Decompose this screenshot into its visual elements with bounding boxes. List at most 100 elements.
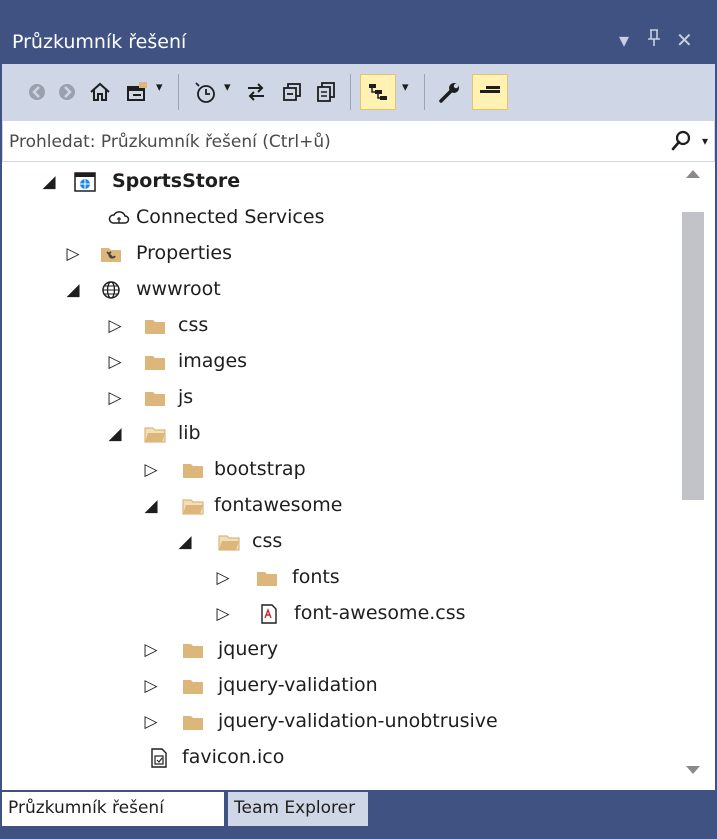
preview-selected-icon[interactable] bbox=[360, 74, 396, 110]
expand-toggle[interactable]: ▷ bbox=[144, 712, 158, 732]
switch-views-dropdown-icon[interactable]: ▾ bbox=[156, 80, 163, 95]
tree-item-label: jquery bbox=[218, 638, 279, 660]
folder-icon bbox=[183, 464, 203, 478]
tree-item-label: css bbox=[252, 530, 283, 552]
solution-tree: ◢ SportsStore Connected Services ▷ Prope… bbox=[2, 162, 715, 790]
scroll-up-icon[interactable] bbox=[686, 170, 700, 178]
tree-item-connected-services[interactable]: Connected Services bbox=[2, 202, 672, 236]
tree-item-label: SportsStore bbox=[112, 170, 241, 192]
expand-toggle[interactable]: ▷ bbox=[108, 388, 122, 408]
tree-item-images[interactable]: ▷ images bbox=[2, 346, 672, 380]
show-all-files-icon[interactable] bbox=[312, 74, 340, 110]
title-bar: Průzkumník řešení ▾ ✕ bbox=[2, 22, 715, 64]
vertical-scrollbar[interactable] bbox=[674, 162, 713, 790]
tree-item-label: css bbox=[178, 314, 209, 336]
tree-item-properties[interactable]: ▷ Properties bbox=[2, 238, 672, 272]
expand-toggle[interactable]: ◢ bbox=[144, 496, 158, 516]
expand-toggle[interactable]: ▷ bbox=[66, 244, 80, 264]
folder-icon bbox=[183, 644, 203, 658]
tree-item-label: wwwroot bbox=[136, 278, 221, 300]
tree-item-jquery[interactable]: ▷ jquery bbox=[2, 634, 672, 668]
expand-toggle[interactable]: ▷ bbox=[216, 568, 230, 588]
tree-item-favicon[interactable]: favicon.ico bbox=[2, 742, 672, 776]
folder-icon bbox=[183, 716, 203, 730]
tree-item-label: Properties bbox=[136, 242, 233, 264]
search-icon[interactable] bbox=[670, 129, 692, 157]
web-project-icon bbox=[74, 172, 96, 192]
window-menu-dropdown-icon[interactable]: ▾ bbox=[619, 28, 629, 52]
expand-toggle[interactable]: ◢ bbox=[66, 280, 80, 300]
tree-item-js[interactable]: ▷ js bbox=[2, 382, 672, 416]
back-icon[interactable] bbox=[24, 74, 50, 110]
toolbar-separator bbox=[178, 74, 179, 110]
folder-icon bbox=[183, 680, 203, 694]
cloud-icon bbox=[108, 211, 130, 224]
scroll-down-icon[interactable] bbox=[686, 766, 700, 774]
tree-item-wwwroot[interactable]: ◢ wwwroot bbox=[2, 274, 672, 308]
collapse-all-icon[interactable] bbox=[278, 74, 306, 110]
expand-toggle[interactable]: ◢ bbox=[42, 172, 56, 192]
sync-icon[interactable] bbox=[242, 74, 270, 110]
tree-item-jquery-validation[interactable]: ▷ jquery-validation bbox=[2, 670, 672, 704]
folder-icon bbox=[145, 356, 165, 370]
scrollbar-thumb[interactable] bbox=[682, 212, 704, 500]
folder-open-icon bbox=[182, 499, 204, 515]
folder-icon bbox=[145, 392, 165, 406]
tree-item-font-awesome-css[interactable]: ▷ font-awesome.css bbox=[2, 598, 672, 632]
tree-item-label: favicon.ico bbox=[182, 746, 285, 768]
tree-item-label: images bbox=[178, 350, 248, 372]
tree-item-label: jquery-validation bbox=[218, 674, 378, 696]
tab-team-explorer[interactable]: Team Explorer bbox=[228, 792, 368, 826]
globe-icon bbox=[102, 281, 120, 299]
auto-hide-icon[interactable] bbox=[472, 74, 508, 110]
folder-open-icon bbox=[218, 535, 240, 551]
solution-explorer-window: Průzkumník řešení ▾ ✕ ▾ ▾ ▾ Prohledat: P… bbox=[0, 0, 717, 839]
expand-toggle[interactable]: ◢ bbox=[178, 532, 192, 552]
bottom-tab-strip: Průzkumník řešení Team Explorer bbox=[2, 790, 715, 830]
window-title: Průzkumník řešení bbox=[12, 31, 187, 53]
tree-item-label: fonts bbox=[292, 566, 340, 588]
properties-folder-icon bbox=[101, 248, 121, 262]
search-input[interactable]: Prohledat: Průzkumník řešení (Ctrl+ů) bbox=[9, 132, 331, 152]
tree-item-label: lib bbox=[178, 422, 201, 444]
properties-icon[interactable] bbox=[434, 74, 466, 110]
tree-item-lib[interactable]: ◢ lib bbox=[2, 418, 672, 452]
tree-item-bootstrap[interactable]: ▷ bootstrap bbox=[2, 454, 672, 488]
pin-icon[interactable] bbox=[646, 28, 662, 53]
tree-item-label: jquery-validation-unobtrusive bbox=[218, 710, 498, 732]
tree-item-label: js bbox=[178, 386, 194, 408]
tree-item-sportsstore[interactable]: ◢ SportsStore bbox=[2, 166, 672, 200]
tree-item-jquery-validation-unobtrusive[interactable]: ▷ jquery-validation-unobtrusive bbox=[2, 706, 672, 740]
tree-item-fontawesome-css[interactable]: ◢ css bbox=[2, 526, 672, 560]
pending-changes-dropdown-icon[interactable]: ▾ bbox=[224, 80, 231, 95]
folder-icon bbox=[257, 572, 277, 586]
css-file-icon bbox=[261, 604, 277, 624]
tree-item-fontawesome[interactable]: ◢ fontawesome bbox=[2, 490, 672, 524]
switch-views-icon[interactable] bbox=[122, 74, 152, 110]
expand-toggle[interactable]: ▷ bbox=[108, 316, 122, 336]
tree-item-label: Connected Services bbox=[136, 206, 325, 228]
preview-dropdown-icon[interactable]: ▾ bbox=[402, 80, 409, 95]
toolbar-separator bbox=[350, 74, 351, 110]
tree-item-label: font-awesome.css bbox=[294, 602, 466, 624]
tree-item-css[interactable]: ▷ css bbox=[2, 310, 672, 344]
close-icon[interactable]: ✕ bbox=[676, 28, 693, 52]
toolbar-separator bbox=[424, 74, 425, 110]
expand-toggle[interactable]: ▷ bbox=[144, 676, 158, 696]
toolbar: ▾ ▾ ▾ bbox=[2, 64, 715, 120]
tree-item-fonts[interactable]: ▷ fonts bbox=[2, 562, 672, 596]
forward-icon[interactable] bbox=[54, 74, 80, 110]
search-box[interactable]: Prohledat: Průzkumník řešení (Ctrl+ů) ▾ bbox=[2, 120, 715, 162]
expand-toggle[interactable]: ▷ bbox=[108, 352, 122, 372]
tree-item-label: fontawesome bbox=[214, 494, 343, 516]
search-options-dropdown-icon[interactable]: ▾ bbox=[702, 134, 708, 148]
tree-item-label: bootstrap bbox=[214, 458, 306, 480]
ico-file-icon bbox=[151, 748, 167, 768]
expand-toggle[interactable]: ◢ bbox=[108, 424, 122, 444]
expand-toggle[interactable]: ▷ bbox=[144, 640, 158, 660]
expand-toggle[interactable]: ▷ bbox=[216, 604, 230, 624]
tab-solution-explorer[interactable]: Průzkumník řešení bbox=[2, 792, 224, 826]
pending-changes-filter-icon[interactable] bbox=[190, 74, 220, 110]
expand-toggle[interactable]: ▷ bbox=[144, 460, 158, 480]
home-icon[interactable] bbox=[86, 74, 114, 110]
